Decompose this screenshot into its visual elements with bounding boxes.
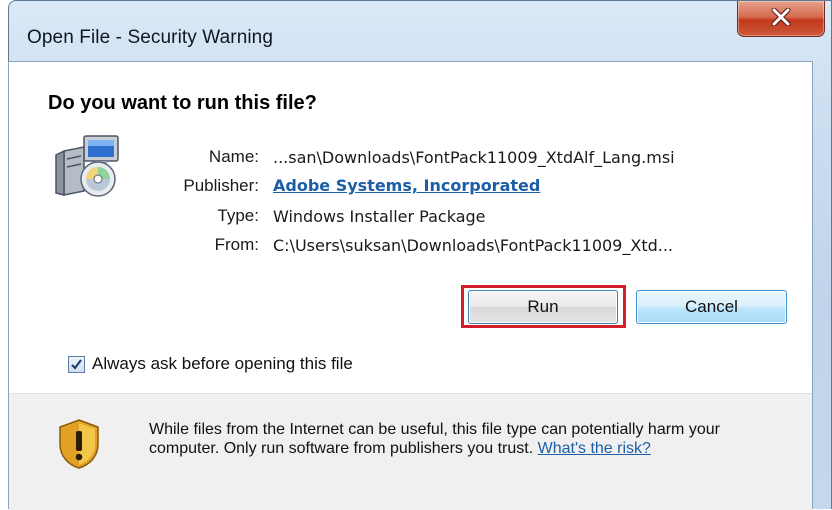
title-bar[interactable]: Open File - Security Warning bbox=[9, 1, 831, 51]
name-label: Name: bbox=[208, 147, 259, 166]
always-ask-checkbox[interactable] bbox=[68, 356, 85, 373]
close-icon bbox=[771, 8, 791, 26]
window-title: Open File - Security Warning bbox=[27, 27, 274, 48]
warning-message: While files from the Internet can be use… bbox=[149, 420, 789, 458]
from-value: C:\Users\suksan\Downloads\FontPack11009_… bbox=[273, 236, 673, 255]
run-button[interactable]: Run bbox=[468, 290, 618, 324]
always-ask-label[interactable]: Always ask before opening this file bbox=[92, 354, 353, 374]
cancel-button[interactable]: Cancel bbox=[636, 290, 787, 324]
security-shield-icon bbox=[59, 419, 99, 469]
from-label: From: bbox=[214, 235, 259, 254]
type-value: Windows Installer Package bbox=[273, 207, 486, 226]
close-button[interactable] bbox=[737, 1, 825, 37]
checkmark-icon bbox=[71, 359, 82, 370]
publisher-label: Publisher: bbox=[183, 176, 259, 195]
name-value: ...san\Downloads\FontPack11009_XtdAlf_La… bbox=[273, 148, 675, 167]
publisher-link[interactable]: Adobe Systems, Incorporated bbox=[273, 176, 540, 195]
whats-the-risk-link[interactable]: What's the risk? bbox=[538, 440, 651, 457]
dialog-heading: Do you want to run this file? bbox=[48, 92, 317, 114]
type-label: Type: bbox=[217, 206, 259, 225]
installer-package-icon bbox=[55, 135, 119, 197]
